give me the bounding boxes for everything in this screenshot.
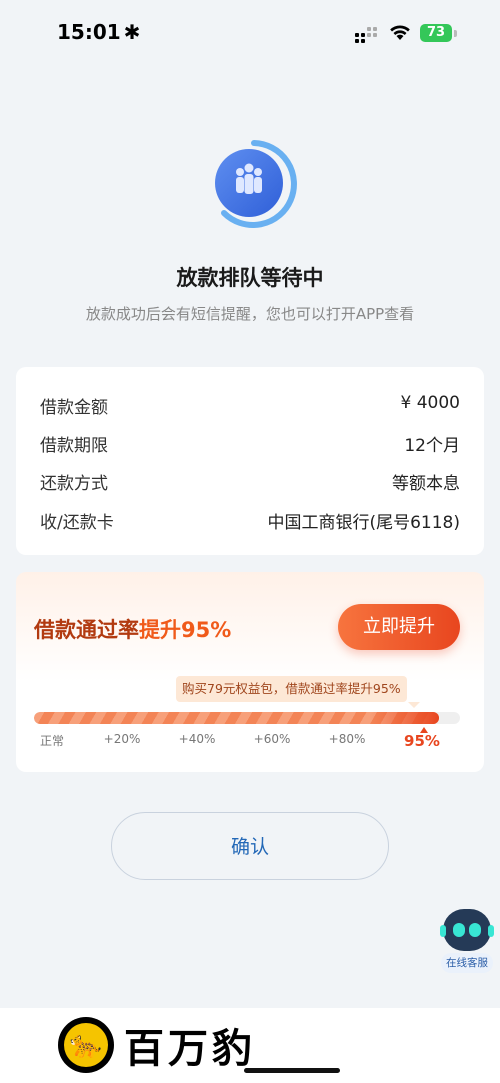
- progress-tick: +40%: [178, 732, 216, 746]
- progress-tick: +80%: [328, 732, 366, 746]
- wifi-icon: [390, 25, 410, 40]
- status-time: 15:01 ✱: [57, 20, 140, 44]
- boost-tooltip: 购买79元权益包，借款通过率提升95%: [176, 676, 420, 708]
- clock-text: 15:01: [57, 20, 121, 44]
- online-service-button[interactable]: 在线客服: [438, 909, 496, 973]
- page-subtitle: 放款成功后会有短信提醒，您也可以打开APP查看: [85, 305, 415, 323]
- progress-tick: 正常: [39, 734, 65, 748]
- page-title: 放款排队等待中: [176, 266, 324, 290]
- online-service-label: 在线客服: [441, 953, 493, 973]
- info-value: 中国工商银行(尾号6118): [267, 513, 460, 533]
- info-value: ¥ 4000: [400, 393, 460, 413]
- battery-indicator: 73: [420, 24, 452, 42]
- approval-boost-card: 借款通过率提升95% 立即提升 购买79元权益包，借款通过率提升95% 正常 +…: [16, 572, 484, 772]
- boost-title-highlight: 提升95%: [139, 618, 232, 642]
- queue-people-icon: [215, 140, 297, 228]
- info-row-card: 收/还款卡 中国工商银行(尾号6118): [40, 508, 460, 533]
- info-label: 借款期限: [40, 436, 108, 456]
- info-label: 收/还款卡: [40, 513, 114, 533]
- progress-tick: +60%: [253, 732, 291, 746]
- info-value: 等额本息: [392, 474, 460, 494]
- progress-tick: +20%: [103, 732, 141, 746]
- battery-tip: [454, 30, 457, 37]
- approval-progress-track: [34, 712, 460, 724]
- approval-progress-fill: [34, 712, 439, 724]
- loan-info-card: 借款金额 ¥ 4000 借款期限 12个月 还款方式 等额本息 收/还款卡 中国…: [16, 367, 484, 555]
- sync-icon: ✱: [123, 20, 141, 44]
- cellular-signal-icon: [355, 27, 377, 43]
- info-row-amount: 借款金额 ¥ 4000: [40, 393, 460, 418]
- boost-title: 借款通过率提升95%: [34, 614, 231, 644]
- brand-name: 百万豹: [124, 1026, 256, 1072]
- info-label: 还款方式: [40, 474, 108, 494]
- confirm-button[interactable]: 确认: [111, 812, 389, 880]
- status-bar: 15:01 ✱ 73: [0, 0, 500, 68]
- info-row-term: 借款期限 12个月: [40, 431, 460, 456]
- boost-now-button[interactable]: 立即提升: [338, 604, 460, 650]
- info-row-repayment: 还款方式 等额本息: [40, 469, 460, 494]
- progress-tick-current: 95%: [404, 732, 440, 750]
- boost-title-prefix: 借款通过率: [34, 618, 139, 642]
- home-indicator[interactable]: [244, 1068, 340, 1073]
- robot-icon: [440, 909, 494, 951]
- info-label: 借款金额: [40, 398, 108, 418]
- leopard-icon: 🐆: [58, 1017, 114, 1073]
- info-value: 12个月: [404, 436, 460, 456]
